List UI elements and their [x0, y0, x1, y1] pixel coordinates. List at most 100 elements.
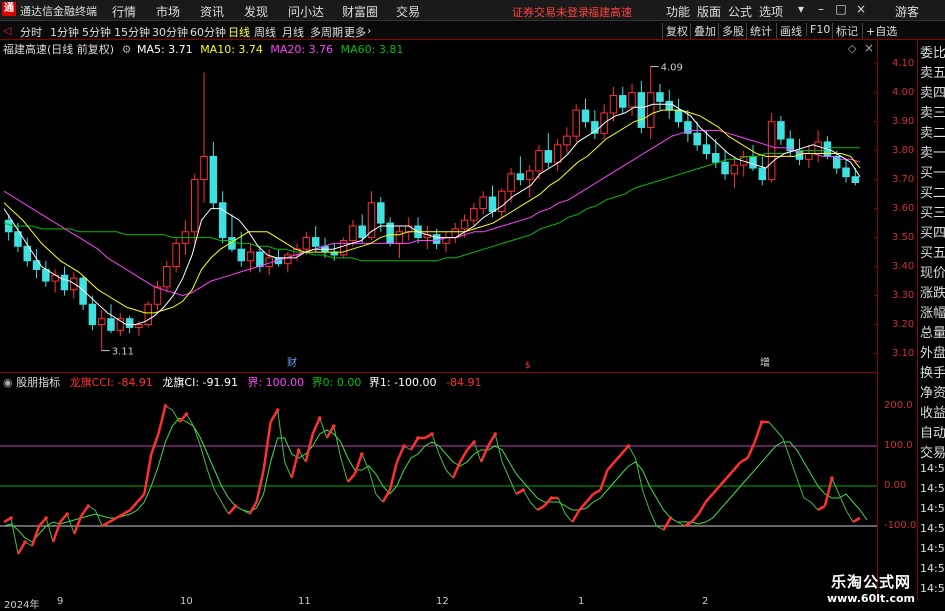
cci-segment: [634, 457, 643, 491]
guest-button[interactable]: 游客: [895, 3, 919, 20]
cci-peak-dot: [44, 516, 48, 520]
candle-body: [218, 202, 227, 239]
x-axis: 2024年 9 10 11 12 1 2: [0, 596, 877, 611]
high-price-label: 4.09: [661, 63, 683, 74]
side-panel-label[interactable]: 14:56: [920, 582, 945, 595]
indicator-menu-icon[interactable]: ◉: [3, 376, 13, 389]
chart-area[interactable]: 4.09 3.11 财 $ 增: [0, 0, 877, 600]
side-panel-label[interactable]: 买四: [920, 222, 945, 241]
cci-segment: [656, 525, 664, 531]
candle-body: [256, 251, 264, 268]
watermark-title: 乐淘公式网: [830, 573, 911, 591]
candle-body: [163, 266, 171, 288]
candle-body: [97, 318, 106, 326]
candle-body: [60, 274, 69, 291]
cci-segment: [375, 493, 384, 503]
candle-body: [693, 132, 701, 146]
price-tick-label: 4.00: [892, 86, 915, 98]
cci-peak-dot: [86, 504, 90, 508]
low-price-label: 3.11: [112, 347, 134, 358]
cci-segment: [662, 517, 672, 531]
candle-body: [805, 153, 813, 160]
side-panel-label[interactable]: 净资: [920, 382, 945, 401]
cci-segment: [16, 541, 27, 555]
cci-segment: [438, 453, 447, 471]
side-panel-label[interactable]: 涨幅: [920, 302, 945, 321]
x-tick-label: 9: [57, 596, 64, 607]
cci-segment: [45, 517, 54, 543]
cci-peak-dot: [549, 496, 554, 500]
cci-segment: [346, 473, 356, 483]
cci-segment: [381, 489, 391, 503]
cci-segment: [585, 493, 595, 503]
side-panel-label[interactable]: 卖四: [920, 82, 945, 101]
cci-segment: [606, 461, 616, 471]
side-panel-label[interactable]: 收益: [920, 402, 945, 421]
side-panel-label[interactable]: 卖一: [920, 142, 945, 161]
cci-peak-dot: [275, 408, 280, 412]
price-tick-label: 3.50: [892, 231, 915, 243]
cci-segment: [810, 501, 819, 511]
side-panel-label[interactable]: 买三: [920, 202, 945, 221]
side-panel-label[interactable]: 涨跌: [920, 282, 945, 301]
indicator-tick-label: -100.0: [884, 520, 917, 531]
side-panel-label[interactable]: 外盘: [920, 342, 945, 361]
side-panel-label[interactable]: 买五: [920, 242, 945, 261]
side-panel-label[interactable]: 14:56: [920, 482, 945, 495]
cci-segment: [529, 501, 538, 511]
increase-mark: 增: [760, 356, 770, 369]
extra-value-label: -84.91: [446, 376, 482, 389]
cci-segment: [284, 461, 293, 479]
cci-peak-dot: [65, 512, 69, 516]
cci-segment: [789, 457, 798, 479]
candle-body: [377, 202, 385, 224]
side-panel-label[interactable]: 买一: [920, 162, 945, 181]
candle-body: [200, 155, 208, 181]
side-panel-label[interactable]: 买二: [920, 182, 945, 201]
cci-peak-dot: [9, 516, 13, 520]
side-panel-label[interactable]: 14:56: [920, 502, 945, 515]
cci-segment: [94, 509, 103, 527]
side-panel-label[interactable]: 交易: [920, 442, 945, 461]
cci-segment: [214, 489, 222, 503]
side-panel-label[interactable]: 卖二: [920, 122, 945, 141]
indicator-name[interactable]: 股朋指标: [16, 376, 60, 389]
cci-segment: [108, 516, 117, 524]
x-tick-label: 1: [578, 596, 585, 607]
price-tick-label: 3.70: [892, 173, 915, 185]
cci-segment: [340, 457, 349, 483]
cci-segment: [852, 516, 861, 524]
candle-body: [637, 92, 646, 128]
cci-segment: [30, 525, 41, 547]
side-panel-label[interactable]: 14:56: [920, 522, 945, 535]
side-panel-label[interactable]: 委比: [920, 42, 945, 61]
price-tick-label: 3.20: [892, 318, 915, 330]
side-panel-label[interactable]: 14:56: [920, 542, 945, 555]
cci-segment: [725, 469, 735, 479]
side-panel-label[interactable]: 14:56: [920, 462, 945, 475]
x-tick-label: 10: [180, 596, 193, 607]
cci-segment: [642, 489, 650, 511]
side-panel-label[interactable]: 14:56: [920, 562, 945, 575]
cci-segment: [199, 445, 208, 471]
candle-body: [628, 92, 636, 108]
price-tick-label: 3.90: [892, 115, 915, 127]
quote-side-panel: 委比 卖五 卖四 卖三 卖二 卖一 买一 买二 买三 买四 买五 现价 涨跌 涨幅 总量 外盘 换手 净资 收益 自动…: [917, 40, 945, 600]
candle-body: [125, 318, 134, 328]
candle-body: [572, 109, 580, 137]
side-panel-label[interactable]: 卖三: [920, 102, 945, 121]
cci-segment: [501, 461, 510, 479]
y-axis: 4.10 4.00 3.90 3.80 3.70 3.60 3.50 3.40 3.30 3.20…: [877, 40, 918, 600]
candle-body: [498, 190, 506, 213]
side-panel-label[interactable]: 换手: [920, 362, 945, 381]
cci-segment: [732, 461, 742, 471]
cci-segment: [697, 501, 707, 515]
side-panel-label[interactable]: 卖五: [920, 62, 945, 81]
side-panel-label[interactable]: 自动: [920, 422, 945, 441]
cci-peak-dot: [163, 404, 168, 408]
side-panel-label[interactable]: 现价: [920, 262, 945, 281]
cci-segment: [298, 449, 307, 463]
cci-segment: [277, 409, 286, 463]
ma10-line: [3, 109, 861, 314]
side-panel-label[interactable]: 总量: [920, 322, 945, 341]
